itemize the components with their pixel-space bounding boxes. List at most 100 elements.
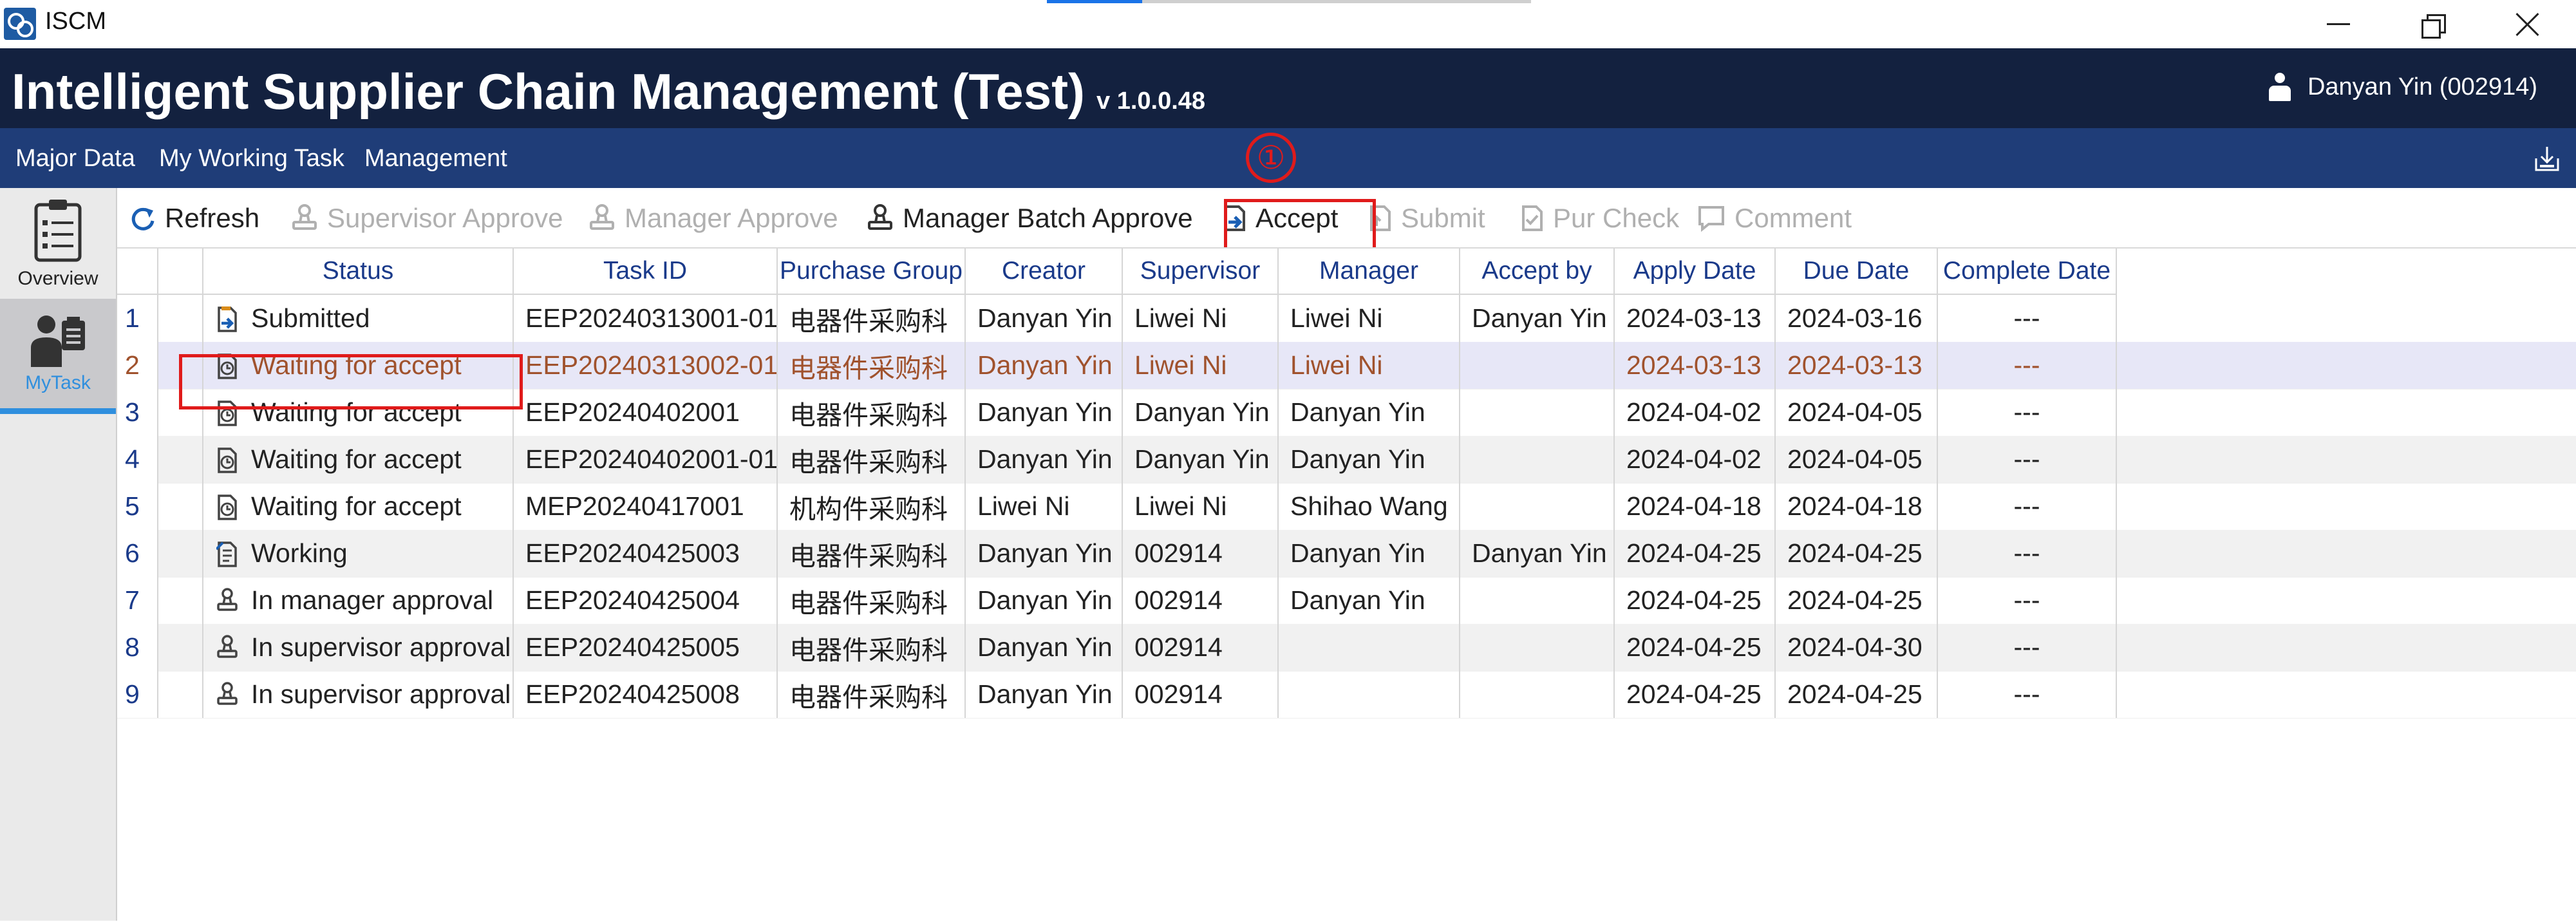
- table-row[interactable]: 9 In supervisor approval EEP20240425008 电器件…: [117, 671, 2576, 719]
- status-cell[interactable]: In supervisor approval: [203, 624, 514, 671]
- column-header-task-id[interactable]: Task ID: [514, 249, 778, 295]
- complete-date-cell[interactable]: ---: [1938, 342, 2117, 389]
- status-cell[interactable]: In manager approval: [203, 577, 514, 624]
- manager-cell[interactable]: Liwei Ni: [1279, 295, 1460, 342]
- column-header-purchase-group[interactable]: Purchase Group: [778, 249, 966, 295]
- accept-by-cell[interactable]: Danyan Yin: [1460, 530, 1615, 577]
- supervisor-cell[interactable]: Danyan Yin: [1123, 436, 1279, 483]
- table-row[interactable]: 5 Waiting for accept MEP20240417001 机构件采购科 L…: [117, 483, 2576, 531]
- creator-cell[interactable]: Danyan Yin: [966, 436, 1123, 483]
- due-date-cell[interactable]: 2024-03-13: [1776, 342, 1938, 389]
- column-header-creator[interactable]: Creator: [966, 249, 1123, 295]
- creator-cell[interactable]: Danyan Yin: [966, 295, 1123, 342]
- purchase-group-cell[interactable]: 电器件采购科: [778, 295, 966, 342]
- manager-cell[interactable]: Liwei Ni: [1279, 342, 1460, 389]
- due-date-cell[interactable]: 2024-04-25: [1776, 577, 1938, 624]
- refresh-button[interactable]: Refresh: [130, 202, 259, 234]
- accept-by-cell[interactable]: [1460, 436, 1615, 483]
- due-date-cell[interactable]: 2024-04-25: [1776, 671, 1938, 718]
- task-id-cell[interactable]: EEP20240425005: [514, 624, 778, 671]
- manager-cell[interactable]: Danyan Yin: [1279, 530, 1460, 577]
- manager-approve-button[interactable]: Manager Approve: [588, 202, 838, 234]
- manager-cell[interactable]: [1279, 671, 1460, 718]
- complete-date-cell[interactable]: ---: [1938, 389, 2117, 436]
- user-account[interactable]: Danyan Yin (002914): [2268, 73, 2537, 101]
- due-date-cell[interactable]: 2024-04-05: [1776, 389, 1938, 436]
- creator-cell[interactable]: Danyan Yin: [966, 671, 1123, 718]
- status-cell[interactable]: Submitted: [203, 295, 514, 342]
- row-indicator[interactable]: [158, 436, 203, 483]
- complete-date-cell[interactable]: ---: [1938, 436, 2117, 483]
- row-indicator[interactable]: [158, 624, 203, 671]
- status-cell[interactable]: Waiting for accept: [203, 483, 514, 530]
- apply-date-cell[interactable]: 2024-04-02: [1615, 436, 1776, 483]
- complete-date-cell[interactable]: ---: [1938, 624, 2117, 671]
- comment-button[interactable]: Comment: [1697, 202, 1852, 234]
- accept-by-cell[interactable]: [1460, 389, 1615, 436]
- complete-date-cell[interactable]: ---: [1938, 295, 2117, 342]
- accept-by-cell[interactable]: [1460, 671, 1615, 718]
- complete-date-cell[interactable]: ---: [1938, 577, 2117, 624]
- creator-cell[interactable]: Danyan Yin: [966, 389, 1123, 436]
- task-id-cell[interactable]: EEP20240402001-01: [514, 436, 778, 483]
- apply-date-cell[interactable]: 2024-04-18: [1615, 483, 1776, 530]
- status-cell[interactable]: Working: [203, 530, 514, 577]
- table-row[interactable]: 6 Working EEP20240425003 电器件采购科 Danyan Yin 00…: [117, 530, 2576, 578]
- task-id-cell[interactable]: EEP20240313001-01: [514, 295, 778, 342]
- apply-date-cell[interactable]: 2024-04-02: [1615, 389, 1776, 436]
- supervisor-cell[interactable]: Liwei Ni: [1123, 342, 1279, 389]
- column-header-status[interactable]: Status: [203, 249, 514, 295]
- status-cell[interactable]: In supervisor approval: [203, 671, 514, 718]
- menu-item-my-working-task[interactable]: My Working Task: [159, 145, 344, 173]
- minimize-button[interactable]: [2290, 0, 2387, 48]
- close-button[interactable]: [2479, 0, 2576, 48]
- task-id-cell[interactable]: EEP20240313002-01: [514, 342, 778, 389]
- apply-date-cell[interactable]: 2024-03-13: [1615, 295, 1776, 342]
- apply-date-cell[interactable]: 2024-04-25: [1615, 577, 1776, 624]
- purchase-group-cell[interactable]: 电器件采购科: [778, 436, 966, 483]
- supervisor-approve-button[interactable]: Supervisor Approve: [291, 202, 563, 234]
- table-row[interactable]: 7 In manager approval EEP20240425004 电器件采购科…: [117, 577, 2576, 625]
- complete-date-cell[interactable]: ---: [1938, 483, 2117, 530]
- manager-cell[interactable]: [1279, 624, 1460, 671]
- column-header-accept-by[interactable]: Accept by: [1460, 249, 1615, 295]
- nav-overview[interactable]: Overview: [0, 188, 116, 299]
- task-id-cell[interactable]: MEP20240417001: [514, 483, 778, 530]
- accept-by-cell[interactable]: Danyan Yin: [1460, 295, 1615, 342]
- pur-check-button[interactable]: Pur Check: [1521, 202, 1679, 234]
- manager-cell[interactable]: Danyan Yin: [1279, 577, 1460, 624]
- column-header-rownum[interactable]: [117, 249, 158, 295]
- supervisor-cell[interactable]: 002914: [1123, 671, 1279, 718]
- export-icon[interactable]: [2534, 144, 2561, 173]
- manager-cell[interactable]: Danyan Yin: [1279, 389, 1460, 436]
- accept-by-cell[interactable]: [1460, 624, 1615, 671]
- supervisor-cell[interactable]: Danyan Yin: [1123, 389, 1279, 436]
- status-cell[interactable]: Waiting for accept: [203, 436, 514, 483]
- table-row[interactable]: 1 Submitted EEP20240313001-01 电器件采购科 Danyan …: [117, 295, 2576, 343]
- due-date-cell[interactable]: 2024-04-30: [1776, 624, 1938, 671]
- due-date-cell[interactable]: 2024-03-16: [1776, 295, 1938, 342]
- menu-item-major-data[interactable]: Major Data: [15, 145, 135, 173]
- purchase-group-cell[interactable]: 电器件采购科: [778, 577, 966, 624]
- manager-cell[interactable]: Shihao Wang: [1279, 483, 1460, 530]
- due-date-cell[interactable]: 2024-04-05: [1776, 436, 1938, 483]
- apply-date-cell[interactable]: 2024-03-13: [1615, 342, 1776, 389]
- complete-date-cell[interactable]: ---: [1938, 671, 2117, 718]
- purchase-group-cell[interactable]: 电器件采购科: [778, 624, 966, 671]
- creator-cell[interactable]: Danyan Yin: [966, 530, 1123, 577]
- row-indicator[interactable]: [158, 295, 203, 342]
- column-header-supervisor[interactable]: Supervisor: [1123, 249, 1279, 295]
- row-indicator[interactable]: [158, 530, 203, 577]
- creator-cell[interactable]: Danyan Yin: [966, 624, 1123, 671]
- menu-item-management[interactable]: Management: [364, 145, 507, 173]
- purchase-group-cell[interactable]: 机构件采购科: [778, 483, 966, 530]
- table-row[interactable]: 4 Waiting for accept EEP20240402001-01 电器件采…: [117, 436, 2576, 484]
- apply-date-cell[interactable]: 2024-04-25: [1615, 624, 1776, 671]
- row-indicator[interactable]: [158, 483, 203, 530]
- purchase-group-cell[interactable]: 电器件采购科: [778, 671, 966, 718]
- submit-button[interactable]: Submit: [1369, 202, 1485, 234]
- apply-date-cell[interactable]: 2024-04-25: [1615, 530, 1776, 577]
- column-header-apply-date[interactable]: Apply Date: [1615, 249, 1776, 295]
- complete-date-cell[interactable]: ---: [1938, 530, 2117, 577]
- apply-date-cell[interactable]: 2024-04-25: [1615, 671, 1776, 718]
